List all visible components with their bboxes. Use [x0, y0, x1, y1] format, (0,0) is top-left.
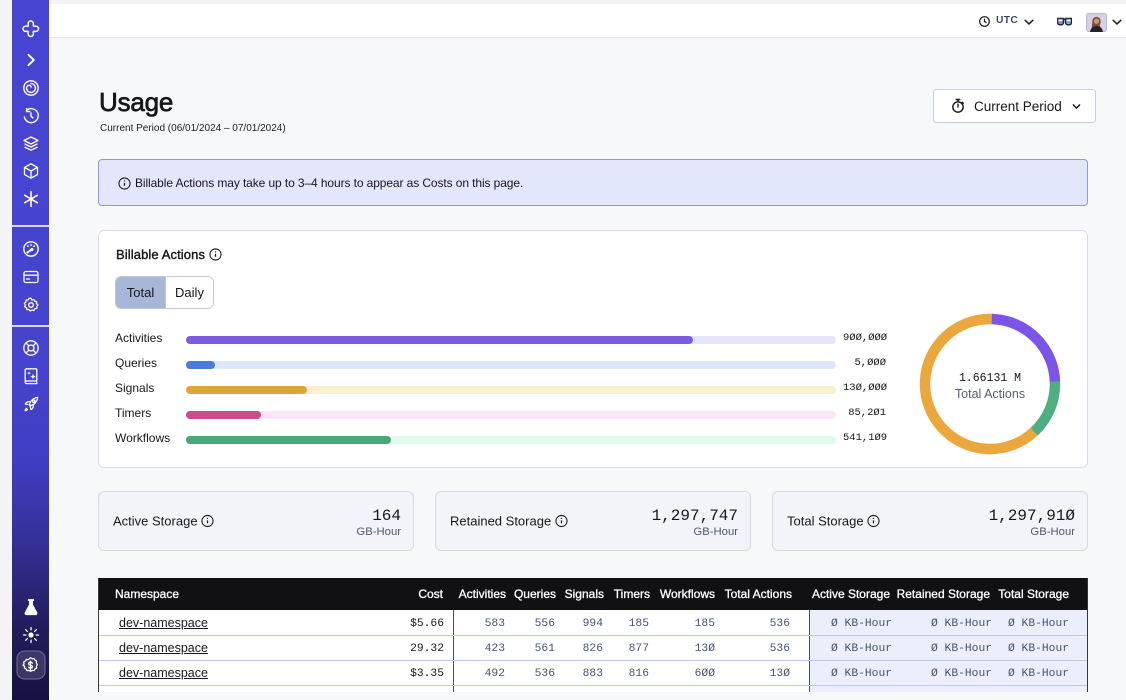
svg-text:1.66131 M: 1.66131 M [959, 372, 1021, 385]
svg-text:Total Actions: Total Actions [955, 387, 1025, 401]
